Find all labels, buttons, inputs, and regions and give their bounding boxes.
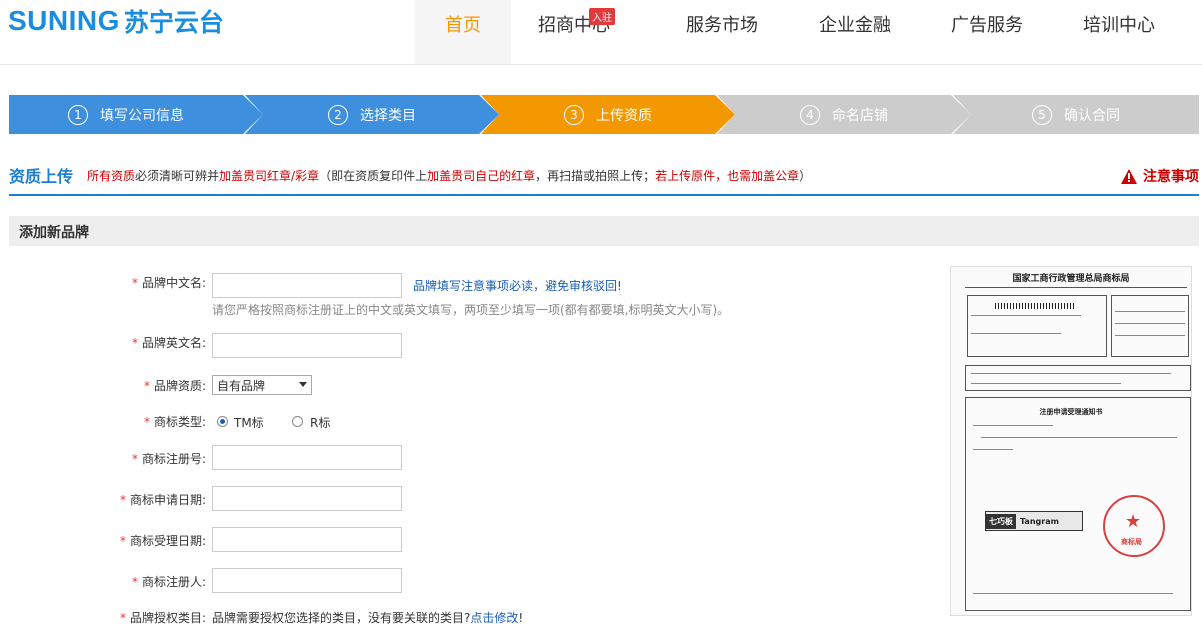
step-3-label: 上传资质: [596, 107, 652, 124]
nav-ad-service-label: 广告服务: [951, 15, 1023, 36]
cert-notice-title: 注册申请受理通知书: [1039, 408, 1103, 416]
desc-part: 若上传原件，也需加盖公章: [655, 169, 800, 183]
radio-r[interactable]: [292, 416, 303, 427]
desc-part: 所有资质: [87, 169, 136, 183]
tangram-logo: 七巧板 Tangram: [985, 511, 1083, 531]
notice-link[interactable]: 注意事项: [1121, 166, 1199, 186]
registrant-input[interactable]: [212, 568, 402, 593]
trademark-certificate-sample: 国家工商行政管理总局商标局 注册申请受理通知书 七巧板 Tangram ★ 商标局: [950, 266, 1192, 616]
brand-qualification-value: 自有品牌: [217, 378, 266, 393]
notice-label: 注意事项: [1143, 169, 1199, 185]
logo-text-en: SUNING: [8, 5, 120, 36]
nav-training-center[interactable]: 培训中心: [1071, 0, 1167, 64]
stamp-text: 商标局: [1121, 538, 1142, 546]
desc-part: 加盖贵司自己的红章: [427, 169, 536, 183]
accept-date-input[interactable]: [212, 527, 402, 552]
nav-enterprise-finance-label: 企业金融: [819, 15, 891, 36]
logo-text-cn: 苏宁云台: [123, 8, 224, 37]
qualification-description: 所有资质必须清晰可辨并加盖贵司红章/彩章（即在资质复印件上加盖贵司自己的红章，再…: [87, 167, 811, 184]
reg-no-input[interactable]: [212, 445, 402, 470]
step-5-number: 5: [1032, 104, 1052, 125]
nav-service-market[interactable]: 服务市场: [637, 0, 807, 64]
auth-category-text: 品牌需要授权您选择的类目，没有要关联的类目?点击修改!: [212, 611, 524, 625]
step-5-label: 确认合同: [1064, 107, 1120, 124]
brand-en-label: * 品牌英文名:: [131, 336, 206, 350]
desc-part: 必须清晰可辨并: [135, 169, 220, 183]
nav-merchant-center[interactable]: 招商中心 入驻: [511, 0, 637, 64]
nav-enterprise-finance[interactable]: 企业金融: [807, 0, 903, 64]
step-2-label: 选择类目: [360, 107, 416, 124]
cert-title: 国家工商行政管理总局商标局: [1012, 274, 1130, 284]
suning-logo[interactable]: SUNING 苏宁云台: [8, 5, 224, 37]
desc-part: （即在资质复印件上: [319, 169, 428, 183]
brand-name-hint: 请您严格按照商标注册证上的中文或英文填写，两项至少填写一项(都有都要填,标明英文…: [212, 303, 730, 317]
apply-date-label: * 商标申请日期:: [119, 493, 206, 507]
radio-tm-label: TM标: [234, 416, 264, 430]
qualification-title: 资质上传: [9, 167, 74, 186]
step-4-label: 命名店铺: [832, 107, 888, 124]
mark-type-label: * 商标类型:: [143, 415, 206, 429]
step-3-number: 3: [564, 104, 584, 125]
step-1-number: 1: [68, 104, 88, 125]
brand-qualification-select[interactable]: 自有品牌: [212, 375, 312, 395]
tangram-cn: 七巧板: [986, 513, 1016, 529]
qualification-upload-heading: 资质上传 所有资质必须清晰可辨并加盖贵司红章/彩章（即在资质复印件上加盖贵司自己…: [9, 160, 1199, 196]
add-brand-title: 添加新品牌: [19, 225, 89, 241]
nav-home-label: 首页: [445, 15, 481, 36]
reg-no-label: * 商标注册号:: [131, 452, 206, 466]
chevron-down-icon: [299, 382, 307, 387]
nav-training-center-label: 培训中心: [1083, 15, 1155, 36]
nav-ad-service[interactable]: 广告服务: [903, 0, 1071, 64]
auth-category-label: * 品牌授权类目:: [119, 611, 206, 625]
nav-service-market-label: 服务市场: [686, 15, 758, 36]
desc-part: ）: [799, 169, 812, 183]
radio-r-label: R标: [310, 416, 331, 430]
accept-date-label: * 商标受理日期:: [119, 534, 206, 548]
desc-part: ，再扫描或拍照上传；: [535, 169, 656, 183]
top-header: SUNING 苏宁云台 首页 招商中心 入驻 服务市场 企业金融 广告服务 培训中…: [0, 0, 1202, 65]
tangram-en: Tangram: [1020, 516, 1059, 526]
step-4-number: 4: [800, 104, 820, 125]
modify-link[interactable]: 点击修改: [470, 611, 518, 625]
brand-cn-input[interactable]: [212, 273, 402, 298]
progress-steps: 1 填写公司信息 2 选择类目 3 上传资质 4 命名店铺 5 确认合同: [9, 95, 1199, 134]
desc-part: 加盖贵司红章/彩章: [219, 169, 320, 183]
add-brand-bar: 添加新品牌: [9, 216, 1199, 246]
brand-cn-label: * 品牌中文名:: [131, 276, 206, 290]
brand-qualification-label: * 品牌资质:: [143, 379, 206, 393]
main-nav: 首页 招商中心 入驻 服务市场 企业金融 广告服务 培训中心: [415, 0, 1167, 64]
nav-home[interactable]: 首页: [415, 0, 511, 64]
brand-notice-link[interactable]: 品牌填写注意事项必读，避免审核驳回!: [413, 277, 622, 294]
registrant-label: * 商标注册人:: [131, 575, 206, 589]
step-2-number: 2: [328, 104, 348, 125]
join-badge: 入驻: [589, 8, 615, 25]
apply-date-input[interactable]: [212, 486, 402, 511]
brand-en-input[interactable]: [212, 333, 402, 358]
warning-icon: [1121, 168, 1137, 184]
radio-tm[interactable]: [217, 416, 228, 427]
step-1-label: 填写公司信息: [100, 107, 184, 124]
official-stamp: ★ 商标局: [1103, 495, 1165, 557]
